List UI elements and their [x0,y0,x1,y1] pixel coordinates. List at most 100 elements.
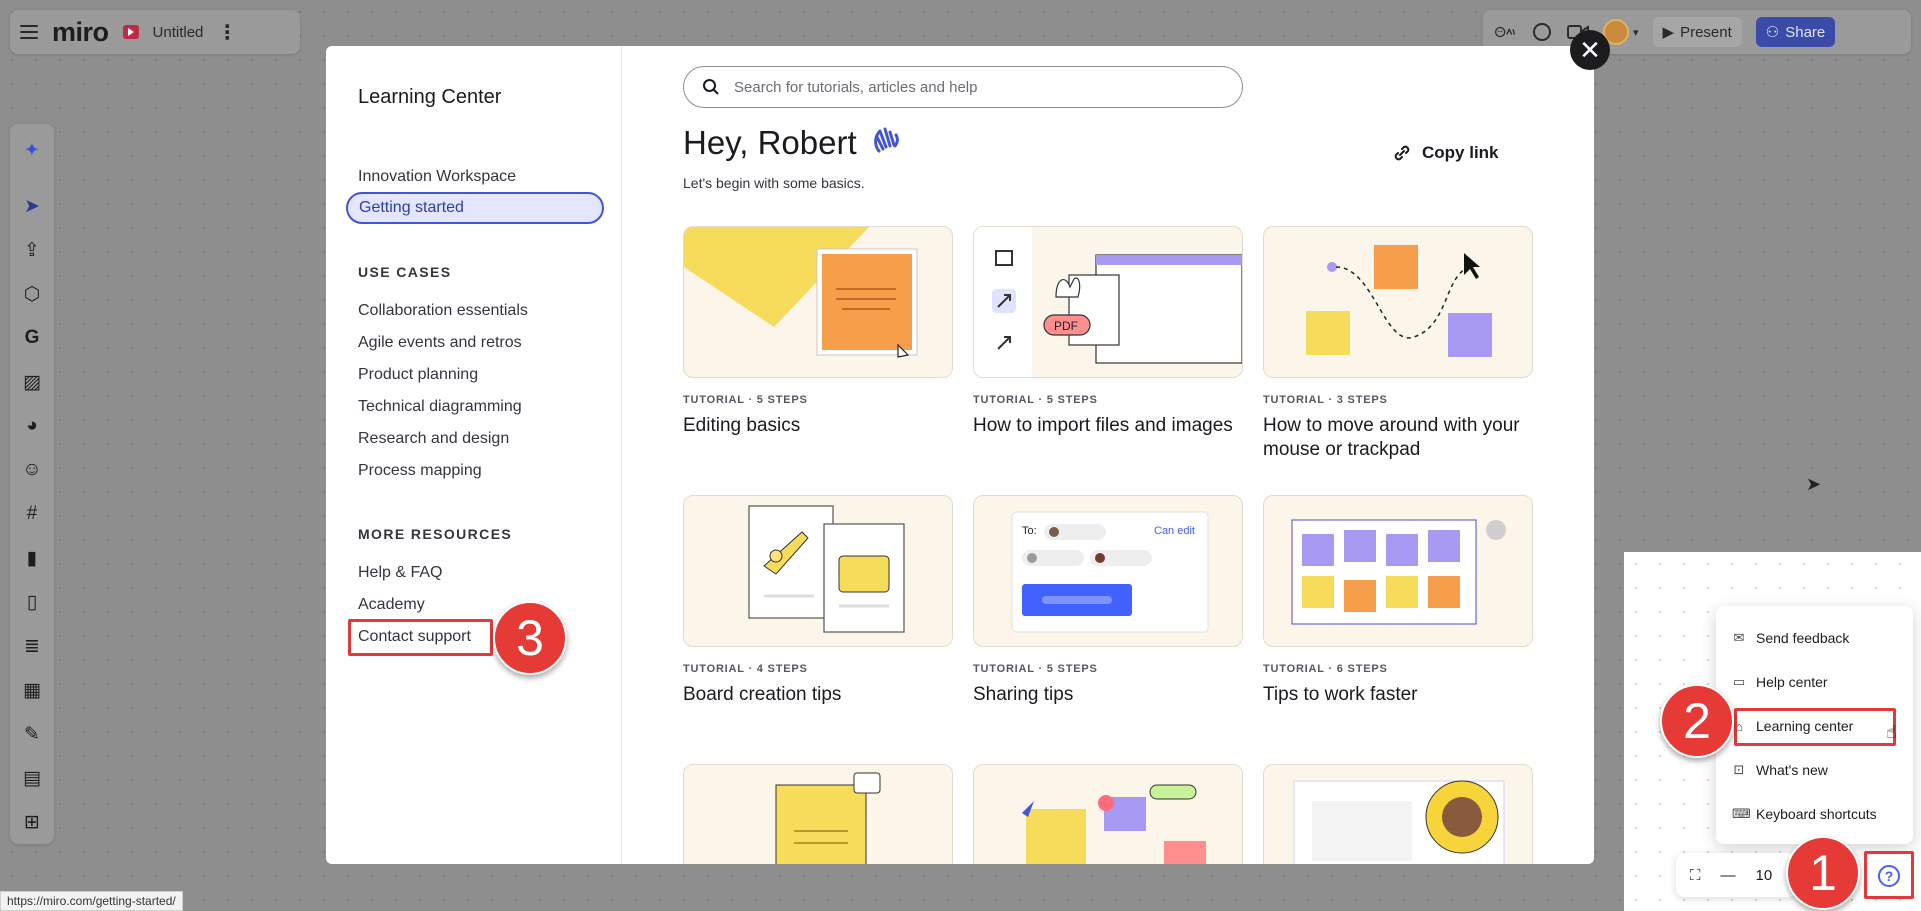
learning-center-title: Learning Center [358,86,502,108]
left-toolbar: ✦ ➤ ⇪ ⬡ G ▨ ◕ ☺ # ▮ ▯ ≣ ▦ ✎ ▤ ⊞ [10,124,54,844]
video-call-illustration [1293,780,1505,864]
present-button[interactable]: ▶ Present [1652,17,1742,47]
template-icon[interactable]: ▯ [20,590,44,614]
step-badge-1: 1 [1786,836,1860,910]
waving-hand-icon [871,125,901,162]
share-button[interactable]: ⚇ Share [1755,17,1836,47]
use-cases-heading: USE CASES [358,264,452,280]
pdf-label: PDF [1054,319,1078,333]
keyboard-icon: ⌨ [1732,806,1751,821]
work-faster-illustration [1291,519,1506,625]
image-tool-icon[interactable]: ▨ [20,370,44,394]
user-icon: ⚇ [1765,24,1780,41]
step-badge-3: 3 [493,601,567,675]
play-icon: ▶ [1662,24,1675,41]
main-menu-icon[interactable] [20,25,38,39]
more-resources-heading: MORE RESOURCES [358,526,513,542]
feedback-icon: ✉ [1733,630,1745,645]
can-edit-label: Can edit [1154,525,1195,537]
mouse-cursor-icon: ➤ [1806,474,1822,494]
zoom-controls: ⛶ — 10 [1676,853,1796,897]
tutorial-card-sharing[interactable]: To: Can edit TUTORIAL · 5 STEPS Sharing … [973,495,1243,707]
help-center-icon: ▭ [1732,674,1746,689]
celebration-illustration [1022,784,1206,864]
tutorial-card-partial[interactable] [1263,764,1533,864]
board-name[interactable]: Untitled [153,24,204,41]
google-icon[interactable]: G [20,326,44,350]
tutorial-card-partial[interactable] [973,764,1243,864]
card-thumbnail: To: Can edit [973,495,1243,647]
book-icon[interactable]: ▮ [20,546,44,570]
tutorial-card-move-around[interactable]: TUTORIAL · 3 STEPS How to move around wi… [1263,226,1533,462]
search-icon [703,79,719,95]
sidebar-item-research-design[interactable]: Research and design [358,430,509,448]
sidebar-item-academy[interactable]: Academy [358,596,425,614]
share-to-label: To: [1022,525,1037,537]
tutorial-card-board-creation[interactable]: TUTORIAL · 4 STEPS Board creation tips [683,495,953,707]
miro-logo: miro [52,16,109,47]
menu-whats-new[interactable]: ⊡ What's new [1726,754,1906,786]
upload-tool-icon[interactable]: ⇪ [20,238,44,262]
tutorial-card-editing-basics[interactable]: TUTORIAL · 5 STEPS Editing basics [683,226,953,438]
ai-sparkle-icon[interactable]: ✦ [20,138,44,162]
sidebar-item-getting-started[interactable]: Getting started [346,192,604,224]
sidebar-item-process-mapping[interactable]: Process mapping [358,462,482,480]
shapes-tool-icon[interactable]: ⬡ [20,282,44,306]
select-tool-icon[interactable]: ➤ [20,194,44,218]
sidebar-item-collaboration[interactable]: Collaboration essentials [358,302,528,320]
highlight-learning-center [1734,708,1896,746]
sidebar-item-product-planning[interactable]: Product planning [358,366,478,384]
sidebar-item-innovation-workspace[interactable]: Innovation Workspace [358,168,516,186]
comments-icon[interactable] [1531,21,1553,43]
card-thumbnail [1263,226,1533,378]
sticky-note-illustration [775,772,881,864]
fit-frame-icon[interactable]: ⛶ [1690,867,1701,884]
frame-tool-icon[interactable]: # [20,502,44,526]
menu-help-center[interactable]: ▭ Help center [1726,666,1906,698]
learning-center-modal: Learning Center Innovation Workspace Get… [326,46,1594,864]
board-icon [122,25,139,39]
sidebar-item-agile[interactable]: Agile events and retros [358,334,522,352]
menu-send-feedback[interactable]: ✉ Send feedback [1726,622,1906,654]
zoom-out-icon[interactable]: — [1721,867,1736,884]
import-files-illustration: PDF [974,227,1242,377]
close-icon: ✕ [1579,34,1601,65]
editing-basics-illustration [684,227,918,358]
chevron-down-icon[interactable]: ▾ [1633,26,1639,39]
card-thumbnail [683,226,953,378]
sidebar-item-technical-diagramming[interactable]: Technical diagramming [358,398,522,416]
gift-icon: ⊡ [1733,762,1745,777]
card-thumbnail [973,764,1243,864]
tutorial-card-import-files[interactable]: PDF TUTORIAL · 5 STEPS How to import fil… [973,226,1243,438]
sticker-icon[interactable]: ☺ [20,458,44,482]
search-input[interactable]: Search for tutorials, articles and help [683,66,1243,108]
card-thumbnail: PDF [973,226,1243,378]
close-modal-button[interactable]: ✕ [1570,30,1610,70]
card-thumbnail [683,495,953,647]
move-around-illustration [1306,245,1492,357]
pen-tool-icon[interactable]: ✎ [20,722,44,746]
search-placeholder: Search for tutorials, articles and help [734,78,978,96]
highlight-contact-support [348,619,493,656]
card-thumbnail [1263,764,1533,864]
tutorial-card-partial[interactable] [683,764,953,864]
sidebar-panel-icon[interactable]: ▤ [20,766,44,790]
reactions-icon[interactable] [1495,21,1517,43]
board-options-icon[interactable]: ⋮ [217,20,237,45]
kanban-icon[interactable]: ≣ [20,634,44,658]
board-creation-illustration [748,505,905,633]
copy-link-button[interactable]: Copy link [1392,143,1499,163]
learning-center-sidebar: Learning Center Innovation Workspace Get… [326,46,622,864]
sidebar-item-help-faq[interactable]: Help & FAQ [358,564,442,582]
step-badge-2: 2 [1660,684,1734,758]
sharing-illustration: To: Can edit [1011,511,1209,633]
add-more-icon[interactable]: ⊞ [20,810,44,834]
zoom-level[interactable]: 10 [1756,867,1773,884]
palette-icon[interactable]: ◕ [20,414,44,438]
tutorial-card-work-faster[interactable]: TUTORIAL · 6 STEPS Tips to work faster [1263,495,1533,707]
link-icon [1394,145,1410,161]
board-header: miro Untitled ⋮ [10,10,300,54]
card-thumbnail [683,764,953,864]
table-tool-icon[interactable]: ▦ [20,678,44,702]
menu-keyboard-shortcuts[interactable]: ⌨ Keyboard shortcuts [1726,798,1906,830]
